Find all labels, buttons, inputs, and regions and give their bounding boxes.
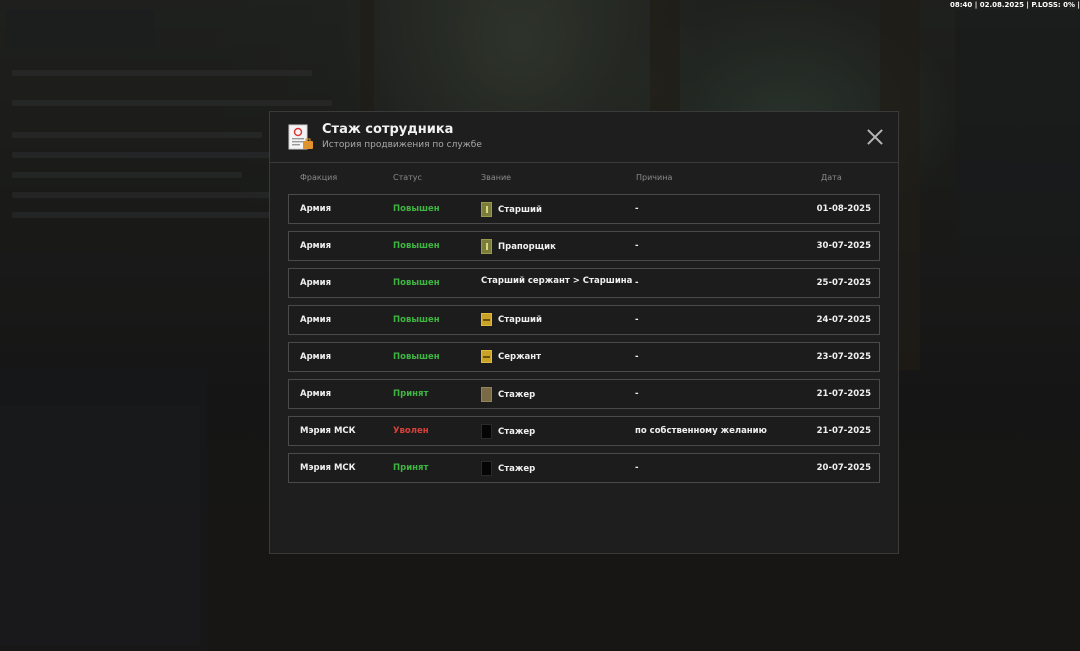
row-reason: по собственному желанию [635,426,767,436]
table-row: Армия Повышен Старший - 01-08-2025 [288,194,880,224]
row-rank: Прапорщик [481,239,556,254]
modal-header: Стаж сотрудника История продвижения по с… [270,112,898,163]
row-date: 30-07-2025 [816,241,871,251]
row-reason: - [635,204,639,214]
row-status: Повышен [393,241,440,251]
header-status: Статус [393,173,422,182]
row-reason: - [635,241,639,251]
row-faction: Мэрия МСК [300,426,356,436]
row-rank-label: Старший [498,204,542,215]
row-faction: Армия [300,352,332,362]
row-faction: Армия [300,241,332,251]
row-status: Принят [393,389,429,399]
table-row: Мэрия МСК Принят Стажер - 20-07-2025 [288,453,880,483]
row-date: 21-07-2025 [816,426,871,436]
row-rank: Стажер [481,424,535,439]
row-status: Повышен [393,278,440,288]
row-faction: Армия [300,389,332,399]
row-faction: Мэрия МСК [300,463,356,473]
header-rank: Звание [481,173,512,182]
row-reason: - [635,315,639,325]
row-reason: - [635,352,639,362]
row-date: 01-08-2025 [816,204,871,214]
row-reason: - [635,463,639,473]
header-reason: Причина [636,173,673,182]
row-date: 25-07-2025 [816,278,871,288]
document-icon [288,124,313,150]
table-header: Фракция Статус Звание Причина Дата [289,172,881,186]
row-rank: Старший [481,313,542,326]
gold-rank-icon [481,313,492,326]
row-rank-label: Сержант [498,351,542,362]
row-date: 24-07-2025 [816,315,871,325]
black-rank-icon [481,461,492,476]
row-rank-label: Старший [498,314,542,325]
row-rank-label: Прапорщик [498,241,556,252]
row-faction: Армия [300,204,332,214]
row-rank-label: Стажер [498,426,536,437]
row-date: 23-07-2025 [816,352,871,362]
row-status: Повышен [393,315,440,325]
row-rank: Сержант [481,350,541,363]
table-row: Армия Повышен Старший - 24-07-2025 [288,305,880,335]
history-table: Армия Повышен Старший - 01-08-2025 Армия Повыш… [288,194,880,490]
header-date: Дата [821,173,842,182]
row-status: Повышен [393,352,440,362]
row-reason: - [635,278,639,288]
hud-status-line: 08:40 | 02.08.2025 | P.LOSS: 0% | ID: 7 [950,1,1080,9]
row-date: 21-07-2025 [816,389,871,399]
table-row: Мэрия МСК Уволен Стажер по собственному жел… [288,416,880,446]
row-rank: Стажер [481,387,535,402]
gold-rank-icon [481,350,492,363]
row-date: 20-07-2025 [816,463,871,473]
row-rank: Стажер [481,461,535,476]
olive-rank-icon [481,239,492,254]
table-row: Армия Принят Стажер - 21-07-2025 [288,379,880,409]
row-rank-label: Старший сержант > Старшина [481,276,633,286]
modal-title: Стаж сотрудника [322,122,454,137]
header-faction: Фракция [300,173,338,182]
row-status: Повышен [393,204,440,214]
row-reason: - [635,389,639,399]
close-icon[interactable] [866,128,884,146]
service-history-modal: Стаж сотрудника История продвижения по с… [269,111,899,554]
row-rank-label: Стажер [498,463,536,474]
brown-rank-icon [481,387,492,402]
row-rank: Старший сержант > Старшина [481,276,632,286]
row-status: Уволен [393,426,429,436]
table-row: Армия Повышен Старший сержант > Старшина - 2… [288,268,880,298]
table-row: Армия Повышен Сержант - 23-07-2025 [288,342,880,372]
row-status: Принят [393,463,429,473]
modal-subtitle: История продвижения по службе [322,140,482,150]
table-row: Армия Повышен Прапорщик - 30-07-2025 [288,231,880,261]
row-rank-label: Стажер [498,389,536,400]
olive-rank-icon [481,202,492,217]
black-rank-icon [481,424,492,439]
row-faction: Армия [300,278,332,288]
row-rank: Старший [481,202,542,217]
row-faction: Армия [300,315,332,325]
